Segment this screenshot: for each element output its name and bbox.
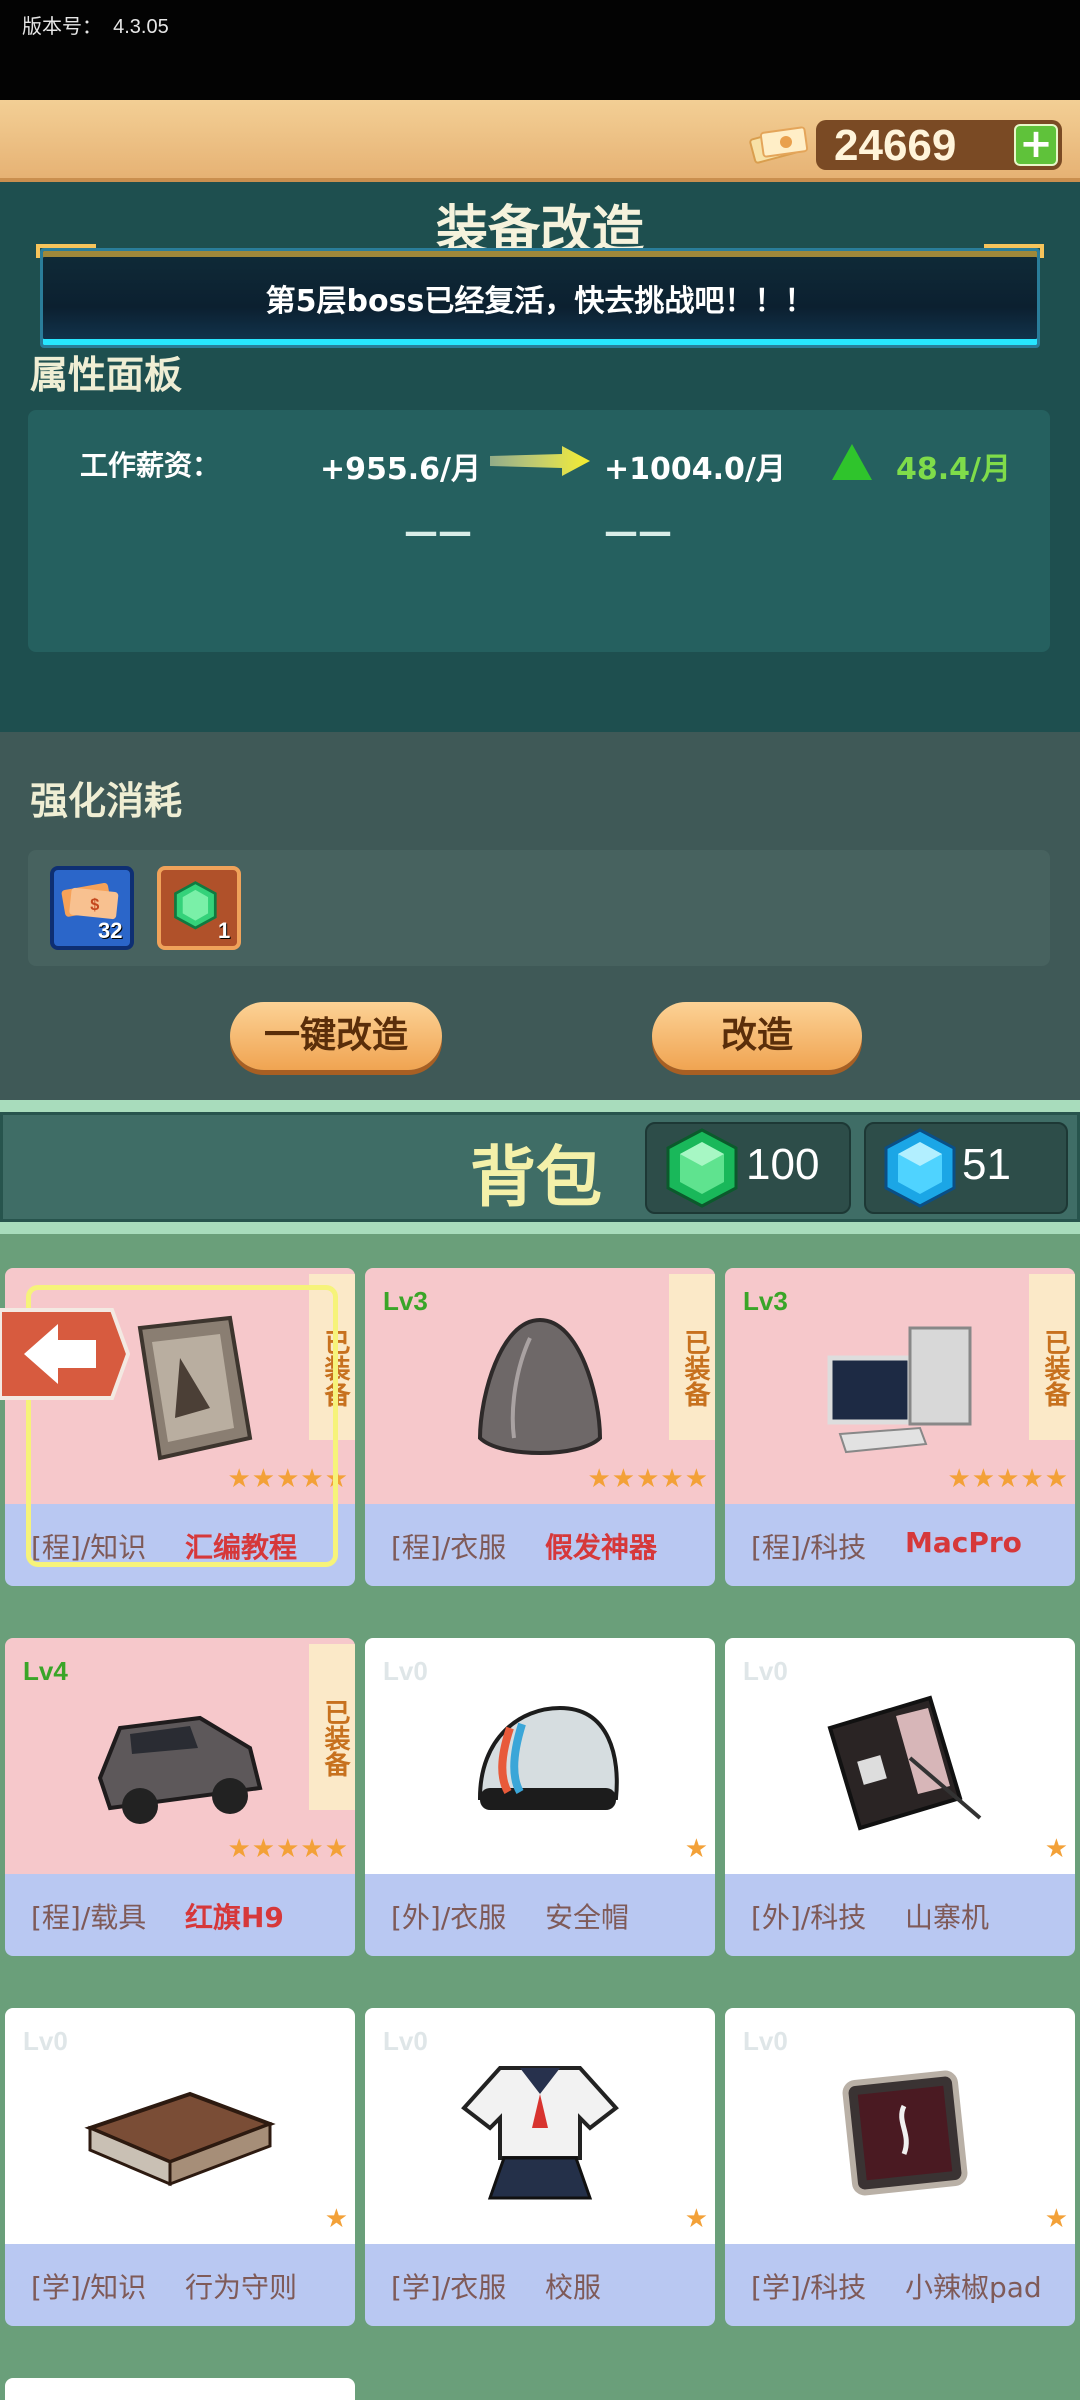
wig-icon xyxy=(477,1317,603,1455)
card-category: [学]/衣服 xyxy=(391,2271,507,2304)
helmet-icon xyxy=(477,1705,619,1810)
empty-attr-new: —— xyxy=(604,512,672,552)
increase-triangle-icon xyxy=(832,444,872,480)
one-key-modify-button[interactable]: 一键改造 xyxy=(230,1002,442,1070)
card-level: Lv3 xyxy=(743,1286,788,1316)
card-level: Lv0 xyxy=(743,1656,788,1686)
blue-gem-count: 51 xyxy=(962,1140,1011,1189)
cost-item-count: 32 xyxy=(98,918,123,943)
card-name: 安全帽 xyxy=(545,1901,630,1934)
card-category: [外]/衣服 xyxy=(391,1901,507,1934)
card-name: 山寨机 xyxy=(905,1901,990,1934)
star-rating: ★★★★★ xyxy=(587,1464,709,1494)
card-category: [程]/科技 xyxy=(751,1531,867,1564)
item-card-partial[interactable] xyxy=(5,2378,355,2400)
card-level: Lv0 xyxy=(23,2026,68,2056)
item-card[interactable]: Lv0 ★ [外]/科技 山寨机 xyxy=(725,1638,1075,1956)
car-icon xyxy=(97,1715,263,1824)
green-gem-count: 100 xyxy=(746,1140,820,1189)
card-name: 行为守则 xyxy=(185,2271,298,2304)
card-category: [程]/载具 xyxy=(31,1901,147,1934)
empty-attr-old: —— xyxy=(404,512,472,552)
card-name: MacPro xyxy=(905,1526,1022,1559)
card-level: Lv0 xyxy=(383,2026,428,2056)
uniform-icon xyxy=(461,2066,619,2200)
card-category: [外]/科技 xyxy=(751,1901,867,1934)
add-coin-button[interactable]: + xyxy=(1014,124,1058,166)
phone-icon xyxy=(827,1695,982,1831)
item-card[interactable]: Lv4 已装备 ★★★★★ [程]/载具 红旗H9 xyxy=(5,1638,355,1956)
card-category: [程]/衣服 xyxy=(391,1531,507,1564)
star-rating: ★★★★★ xyxy=(947,1464,1069,1494)
item-card[interactable]: Lv3 已装备 ★★★★★ [程]/科技 MacPro xyxy=(725,1268,1075,1586)
card-level: Lv4 xyxy=(23,1656,68,1686)
attribute-panel-title: 属性面板 xyxy=(30,353,183,397)
cash-stack-icon xyxy=(749,126,809,164)
backpack-title: 背包 xyxy=(470,1139,602,1216)
card-name: 校服 xyxy=(545,2271,602,2304)
star-rating: ★ xyxy=(684,2204,709,2234)
card-name: 假发神器 xyxy=(545,1531,658,1564)
item-card[interactable]: Lv0 ★ [学]/知识 行为守则 xyxy=(5,2008,355,2326)
modify-button[interactable]: 改造 xyxy=(652,1002,862,1070)
version-text: 版本号： 4.3.05 xyxy=(22,16,169,38)
salary-delta: 48.4/月 xyxy=(896,452,1011,487)
back-arrow-icon[interactable] xyxy=(0,1308,130,1400)
banner-corner-left xyxy=(36,244,96,258)
computer-icon xyxy=(827,1326,972,1454)
star-rating: ★ xyxy=(1044,2204,1069,2234)
item-card[interactable]: Lv0 ★ [外]/衣服 安全帽 xyxy=(365,1638,715,1956)
card-level: Lv0 xyxy=(743,2026,788,2056)
star-rating: ★★★★★ xyxy=(227,1834,349,1864)
blue-gem-icon xyxy=(884,1128,956,1208)
item-card[interactable]: Lv0 ★ [学]/衣服 校服 xyxy=(365,2008,715,2326)
card-category: [学]/科技 xyxy=(751,2271,867,2304)
rulebook-icon xyxy=(84,2091,276,2187)
equipped-tag: 已装备 xyxy=(309,1644,355,1810)
salary-label: 工作薪资： xyxy=(80,449,221,482)
star-rating: ★ xyxy=(324,2204,349,2234)
item-card[interactable]: Lv3 已装备 ★★★★★ [程]/衣服 假发神器 xyxy=(365,1268,715,1586)
tablet-icon xyxy=(842,2070,968,2196)
star-rating: ★ xyxy=(1044,1834,1069,1864)
equipped-tag: 已装备 xyxy=(1029,1274,1075,1440)
item-card[interactable]: Lv0 ★ [学]/科技 小辣椒pad xyxy=(725,2008,1075,2326)
card-level: Lv3 xyxy=(383,1286,428,1316)
equipped-tag: 已装备 xyxy=(669,1274,715,1440)
salary-new-value: +1004.0/月 xyxy=(604,452,786,487)
card-level: Lv0 xyxy=(383,1656,428,1686)
divider xyxy=(0,1100,1080,1112)
boss-notice-text: 第5层boss已经复活，快去挑战吧！！！ xyxy=(265,284,815,319)
salary-old-value: +955.6/月 xyxy=(320,452,481,487)
green-gem-icon xyxy=(666,1128,738,1208)
card-name: 小辣椒pad xyxy=(905,2271,1042,2304)
cost-item-count: 1 xyxy=(218,918,231,943)
card-name: 红旗H9 xyxy=(185,1901,284,1934)
arrow-right-icon xyxy=(490,446,590,476)
card-category: [学]/知识 xyxy=(31,2271,147,2304)
svg-text:$: $ xyxy=(90,896,99,914)
divider xyxy=(0,1222,1080,1234)
cost-title: 强化消耗 xyxy=(30,779,183,823)
star-rating: ★ xyxy=(684,1834,709,1864)
coin-value: 24669 xyxy=(834,121,957,170)
banner-corner-right xyxy=(984,244,1044,258)
